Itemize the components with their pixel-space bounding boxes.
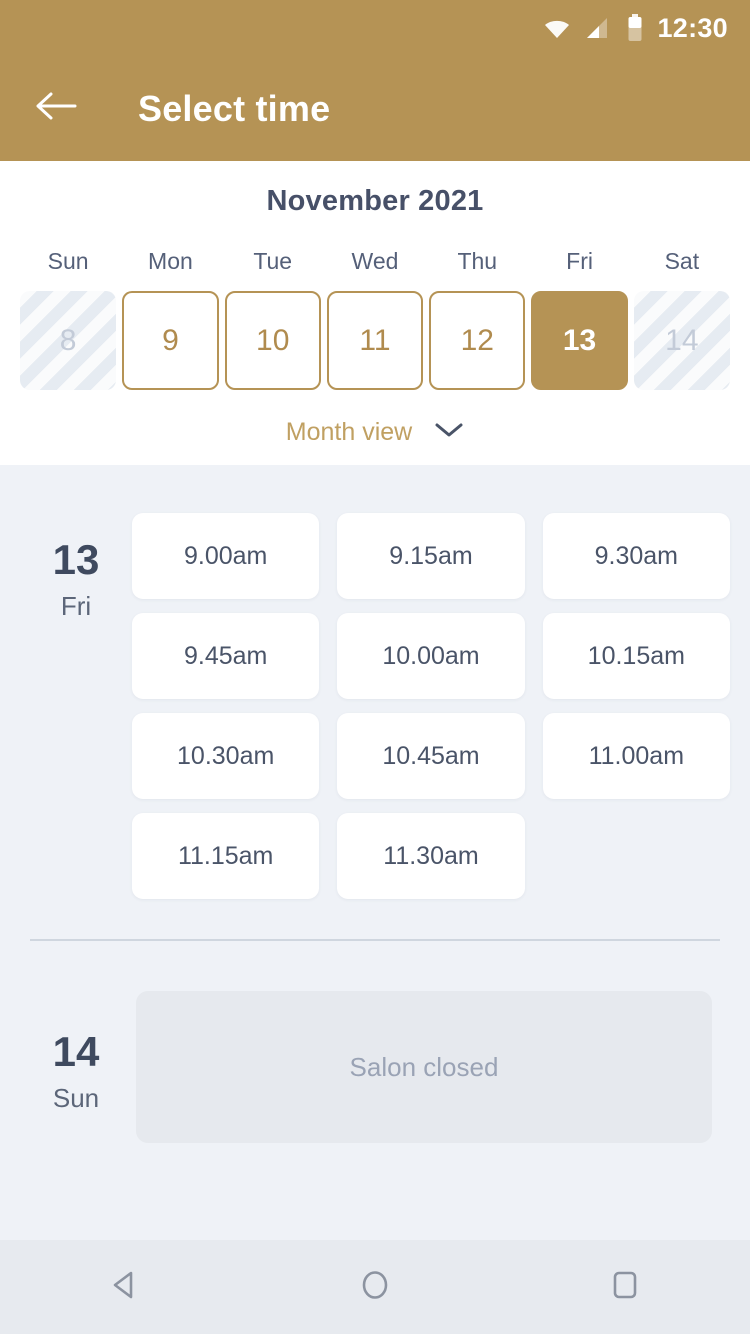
date-cell-11[interactable]: 11: [326, 291, 424, 390]
weekday-label: Fri: [566, 248, 593, 274]
time-slot[interactable]: 11.00am: [542, 713, 730, 799]
nav-home-button[interactable]: [330, 1252, 420, 1322]
weekday-label: Sun: [47, 248, 89, 274]
day-number: 13: [52, 536, 100, 583]
app-bar: Select time: [0, 56, 750, 161]
time-slot-grid: 9.00am 9.15am 9.30am 9.45am 10.00am 10.1…: [132, 499, 730, 899]
nav-back-button[interactable]: [80, 1252, 170, 1322]
back-button[interactable]: [32, 85, 80, 133]
time-slot[interactable]: 9.15am: [337, 513, 525, 599]
date-cell-8: 8: [20, 291, 117, 390]
time-slot[interactable]: 10.00am: [337, 613, 525, 699]
time-slot[interactable]: 11.15am: [132, 813, 320, 899]
date-cell-13[interactable]: 13: [531, 291, 628, 390]
battery-icon: [627, 14, 643, 42]
weekday-label: Sat: [664, 248, 700, 274]
time-slot[interactable]: 10.45am: [337, 713, 525, 799]
wifi-icon: [543, 18, 570, 38]
calendar-panel: November 2021 Sun Mon Tue Wed Thu Fri Sa…: [0, 161, 750, 465]
calendar-month-title: November 2021: [266, 185, 484, 217]
day-label-14: 14 Sun: [20, 991, 132, 1143]
time-slot[interactable]: 10.30am: [132, 713, 320, 799]
time-slot[interactable]: 11.30am: [337, 813, 525, 899]
signal-icon: [585, 16, 611, 40]
circle-home-icon: [358, 1268, 392, 1307]
time-slot[interactable]: 9.00am: [132, 513, 320, 599]
section-divider: [30, 939, 720, 941]
calendar-date-row: 8 9 10 11 12 13 14: [0, 291, 750, 390]
weekday-label: Thu: [457, 248, 498, 274]
arrow-left-icon: [35, 91, 77, 126]
day-label-13: 13 Fri: [20, 499, 132, 899]
android-nav-bar: [0, 1240, 750, 1334]
day-weekday: Fri: [60, 591, 92, 621]
date-cell-9[interactable]: 9: [122, 291, 219, 390]
triangle-back-icon: [108, 1268, 142, 1307]
calendar-weekday-row: Sun Mon Tue Wed Thu Fri Sat: [0, 248, 750, 291]
status-clock: 12:30: [657, 12, 728, 43]
month-view-label: Month view: [285, 418, 413, 446]
date-cell-12[interactable]: 12: [429, 291, 526, 390]
day-weekday: Sun: [52, 1083, 100, 1113]
weekday-label: Mon: [148, 248, 193, 274]
page-title: Select time: [138, 87, 331, 129]
date-cell-10[interactable]: 10: [224, 291, 321, 390]
weekday-label: Wed: [351, 248, 399, 274]
time-slot[interactable]: 9.30am: [542, 513, 730, 599]
schedule-day-14: 14 Sun Salon closed: [0, 991, 750, 1143]
time-slot[interactable]: 10.15am: [542, 613, 730, 699]
schedule-day-13: 13 Fri 9.00am 9.15am 9.30am 9.45am 10.00…: [0, 499, 750, 899]
status-icon-group: [543, 14, 643, 42]
chevron-down-icon: [434, 421, 464, 444]
square-recents-icon: [608, 1268, 642, 1307]
time-slot[interactable]: 9.45am: [132, 613, 320, 699]
status-bar: 12:30: [0, 0, 750, 56]
day-number: 14: [52, 1028, 100, 1075]
schedule-panel: 13 Fri 9.00am 9.15am 9.30am 9.45am 10.00…: [0, 465, 750, 1143]
date-cell-14: 14: [633, 291, 730, 390]
month-view-toggle[interactable]: Month view: [0, 418, 750, 447]
weekday-label: Tue: [253, 248, 293, 274]
salon-closed-panel: Salon closed: [136, 991, 712, 1143]
phone-screen: 12:30 Select time November 2021 Sun Mon …: [0, 0, 750, 1334]
nav-recents-button[interactable]: [580, 1252, 670, 1322]
